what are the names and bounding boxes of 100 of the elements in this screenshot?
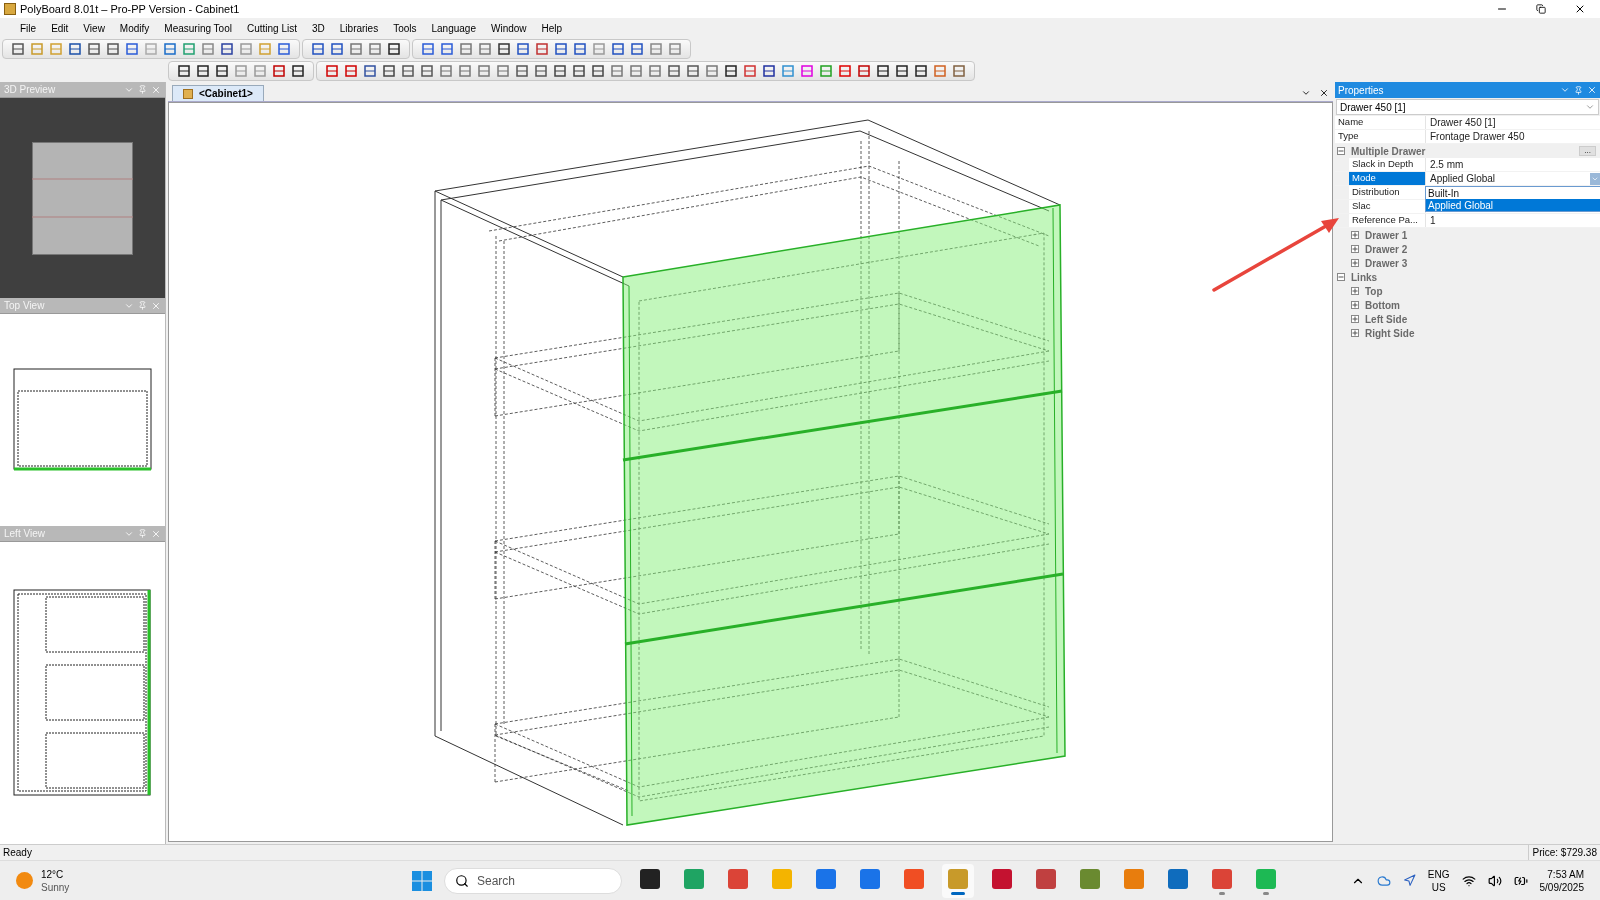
frame-icon[interactable] — [325, 64, 339, 78]
property-label[interactable]: Mode — [1349, 172, 1425, 185]
group-label: Drawer 3 — [1365, 256, 1408, 271]
frame-icon[interactable] — [857, 64, 871, 78]
dropdown-chevron-icon[interactable] — [1585, 102, 1595, 112]
menu-item[interactable]: Help — [541, 20, 563, 36]
frame-icon[interactable] — [440, 42, 454, 56]
language-indicator[interactable]: ENG US — [1427, 867, 1450, 894]
menu-item[interactable]: Tools — [393, 20, 417, 36]
frame-icon[interactable] — [591, 64, 605, 78]
frame-icon[interactable] — [421, 42, 435, 56]
frame-icon[interactable] — [686, 64, 700, 78]
close-icon[interactable] — [1319, 88, 1329, 98]
restore-icon[interactable] — [1536, 4, 1546, 14]
expander-icon[interactable] — [1351, 231, 1359, 239]
cloud-icon[interactable] — [1376, 873, 1391, 888]
property-value[interactable]: Drawer 450 [1] — [1426, 115, 1600, 130]
frame-icon[interactable] — [125, 42, 139, 56]
group-label: Links — [1351, 270, 1378, 285]
frame-icon[interactable] — [311, 42, 325, 56]
expander-icon[interactable] — [1351, 287, 1359, 295]
group-label: Multiple Drawer — [1351, 144, 1426, 159]
status-text: Ready — [3, 846, 32, 860]
app-logo-icon — [4, 3, 16, 15]
tab-list-icon[interactable] — [1301, 88, 1311, 98]
frame-icon[interactable] — [497, 42, 511, 56]
menu-item[interactable]: Window — [491, 20, 527, 36]
menu-item[interactable]: View — [83, 20, 105, 36]
menu-item[interactable]: Language — [431, 20, 476, 36]
frame-icon[interactable] — [272, 64, 286, 78]
frame-icon[interactable] — [573, 42, 587, 56]
frame-icon[interactable] — [630, 42, 644, 56]
menu-item[interactable]: Modify — [119, 20, 150, 36]
pin-icon[interactable] — [1574, 85, 1583, 95]
document-tab[interactable]: <Cabinet1> — [172, 85, 264, 101]
menu-item[interactable]: File — [20, 20, 37, 36]
taskbar-search-field[interactable]: Search — [444, 867, 622, 894]
windows-start-icon[interactable] — [412, 870, 432, 891]
volume-icon[interactable] — [1487, 873, 1502, 888]
expander-icon[interactable] — [1351, 329, 1359, 337]
frame-icon[interactable] — [420, 64, 434, 78]
frame-icon[interactable] — [196, 64, 210, 78]
property-value[interactable]: Frontage Drawer 450 — [1426, 129, 1600, 144]
frame-icon[interactable] — [535, 42, 549, 56]
frame-icon[interactable] — [516, 42, 530, 56]
frame-icon[interactable] — [572, 64, 586, 78]
group-label: Left Side — [1365, 312, 1408, 327]
expander-icon[interactable] — [1337, 147, 1345, 155]
search-icon — [455, 873, 469, 888]
menu-item[interactable]: 3D — [312, 20, 325, 36]
expander-icon[interactable] — [1351, 259, 1359, 267]
frame-icon[interactable] — [106, 42, 120, 56]
frame-icon[interactable] — [215, 64, 229, 78]
clock[interactable]: 7:53 AM 5/09/2025 — [1539, 867, 1584, 894]
property-value[interactable]: 2.5 mm — [1426, 157, 1600, 172]
frame-icon[interactable] — [914, 64, 928, 78]
menu-item[interactable]: Measuring Tool — [164, 20, 232, 36]
frame-icon[interactable] — [220, 42, 234, 56]
property-label[interactable]: Type — [1335, 130, 1362, 143]
frame-icon[interactable] — [667, 64, 681, 78]
frame-icon[interactable] — [515, 64, 529, 78]
frame-icon[interactable] — [330, 42, 344, 56]
dropdown-icon[interactable] — [1560, 85, 1570, 95]
menu-item[interactable]: Edit — [51, 20, 69, 36]
frame-icon[interactable] — [11, 42, 25, 56]
frame-icon[interactable] — [87, 42, 101, 56]
frame-icon[interactable] — [177, 64, 191, 78]
menu-item[interactable]: Libraries — [339, 20, 379, 36]
frame-icon[interactable] — [762, 64, 776, 78]
expander-icon[interactable] — [1351, 245, 1359, 253]
frame-icon[interactable] — [724, 64, 738, 78]
frame-icon[interactable] — [876, 64, 890, 78]
frame-icon[interactable] — [363, 64, 377, 78]
property-value[interactable]: 1 — [1426, 213, 1600, 228]
object-selector[interactable]: Drawer 450 [1] — [1336, 99, 1599, 115]
more-button[interactable]: ... — [1579, 146, 1596, 156]
frame-icon[interactable] — [382, 64, 396, 78]
location-icon[interactable] — [1402, 874, 1416, 887]
sun-icon[interactable] — [16, 872, 33, 889]
expander-icon[interactable] — [1351, 301, 1359, 309]
frame-icon[interactable] — [344, 64, 358, 78]
frame-icon[interactable] — [401, 64, 415, 78]
expander-icon[interactable] — [1351, 315, 1359, 323]
frame-icon[interactable] — [277, 42, 291, 56]
dropdown-option[interactable]: Applied Global — [1426, 199, 1600, 211]
frame-icon[interactable] — [838, 64, 852, 78]
frame-icon[interactable] — [895, 64, 909, 78]
frame-icon[interactable] — [68, 42, 82, 56]
expander-icon[interactable] — [1337, 273, 1345, 281]
menu-item[interactable]: Cutting List — [246, 20, 297, 36]
frame-icon[interactable] — [611, 42, 625, 56]
frame-icon[interactable] — [553, 64, 567, 78]
close-icon[interactable] — [1574, 3, 1586, 15]
wifi-icon[interactable] — [1461, 873, 1476, 888]
frame-icon[interactable] — [554, 42, 568, 56]
frame-icon[interactable] — [387, 42, 401, 56]
frame-icon[interactable] — [534, 64, 548, 78]
group-label: Right Side — [1365, 326, 1415, 341]
frame-icon[interactable] — [291, 64, 305, 78]
group-label: Drawer 2 — [1365, 242, 1408, 257]
